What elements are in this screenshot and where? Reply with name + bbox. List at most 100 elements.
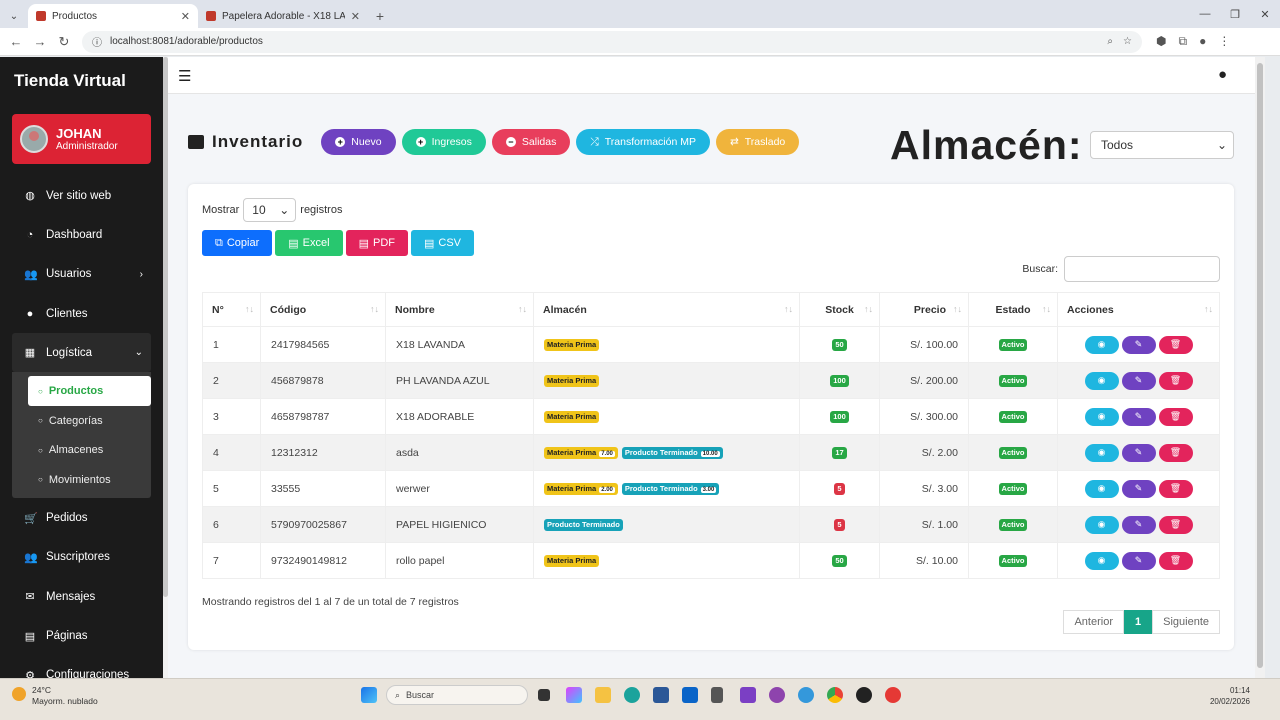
menu-dots-icon[interactable]: ⋮: [1218, 34, 1230, 49]
file-explorer-icon[interactable]: [595, 687, 611, 703]
sidebar-item-configuraciones[interactable]: ⚙ Configuraciones: [0, 656, 163, 678]
store-icon[interactable]: [653, 687, 669, 703]
weather-widget[interactable]: 24°C Mayorm. nublado: [12, 685, 98, 707]
delete-button[interactable]: 🗑: [1158, 335, 1193, 354]
sidebar-subitem-almacenes[interactable]: ○ Almacenes: [12, 435, 151, 465]
puzzle-icon[interactable]: ⧉: [1178, 34, 1187, 49]
system-clock[interactable]: 01:14 20/02/2026: [1210, 685, 1250, 707]
next-page-button[interactable]: Siguiente: [1152, 610, 1220, 634]
restore-icon[interactable]: ❐: [1220, 8, 1250, 21]
sidebar-subitem-movimientos[interactable]: ○ Movimientos: [12, 465, 151, 495]
search-input[interactable]: [1064, 256, 1220, 282]
almacen-select[interactable]: Todos ⌄: [1090, 131, 1234, 159]
edit-button[interactable]: ✎: [1121, 479, 1156, 498]
sidebar-item-clientes[interactable]: ● Clientes: [0, 294, 163, 333]
sidebar-item-pedidos[interactable]: 🛒 Pedidos: [0, 498, 163, 537]
col-header-almacen[interactable]: Almacén ↑↓: [533, 292, 800, 327]
sidebar-item-ver-sitio[interactable]: ◍ Ver sitio web: [0, 176, 163, 215]
edit-button[interactable]: ✎: [1121, 443, 1156, 462]
url-field[interactable]: ⓘ localhost:8081/adorable/productos ⌕ ☆: [82, 30, 1142, 53]
browser-tab-productos[interactable]: Productos ✕: [28, 4, 198, 28]
delete-button[interactable]: 🗑: [1158, 407, 1193, 426]
sidebar-item-suscriptores[interactable]: 👥 Suscriptores: [0, 538, 163, 577]
col-header-precio[interactable]: Precio ↑↓: [879, 292, 969, 327]
windows-start-icon[interactable]: [361, 687, 377, 703]
delete-button[interactable]: 🗑: [1158, 371, 1193, 390]
reload-icon[interactable]: ↻: [52, 34, 76, 50]
tab-search-icon[interactable]: ⌄: [0, 4, 28, 28]
user-account-icon[interactable]: ●: [1218, 66, 1227, 83]
view-button[interactable]: ◉: [1084, 551, 1119, 570]
youtube-icon[interactable]: [885, 687, 901, 703]
prev-page-button[interactable]: Anterior: [1063, 610, 1124, 634]
task-view-icon[interactable]: [538, 689, 550, 701]
edit-button[interactable]: ✎: [1121, 407, 1156, 426]
view-button[interactable]: ◉: [1084, 515, 1119, 534]
delete-button[interactable]: 🗑: [1158, 479, 1193, 498]
chrome-icon[interactable]: [827, 687, 843, 703]
delete-button[interactable]: 🗑: [1158, 515, 1193, 534]
sidebar-item-usuarios[interactable]: 👥 Usuarios ›: [0, 255, 163, 294]
pdf-button[interactable]: ▤ PDF: [345, 230, 408, 256]
extension-icon[interactable]: ⬢: [1156, 34, 1166, 49]
sidebar-item-mensajes[interactable]: ✉ Mensajes: [0, 577, 163, 616]
github-icon[interactable]: [856, 687, 872, 703]
hamburger-menu-icon[interactable]: ☰: [178, 67, 191, 85]
brand-title[interactable]: Tienda Virtual: [0, 57, 163, 105]
back-icon[interactable]: ←: [4, 34, 28, 49]
user-panel[interactable]: JOHAN Administrador: [12, 114, 151, 164]
edit-button[interactable]: ✎: [1121, 335, 1156, 354]
close-window-icon[interactable]: ✕: [1250, 8, 1280, 21]
nuevo-button[interactable]: + Nuevo: [321, 129, 396, 155]
edit-button[interactable]: ✎: [1121, 371, 1156, 390]
sidebar-item-logistica[interactable]: ▦ Logística ⌄: [12, 333, 151, 373]
delete-button[interactable]: 🗑: [1158, 551, 1193, 570]
col-header-codigo[interactable]: Código ↑↓: [260, 292, 386, 327]
close-tab-icon[interactable]: ✕: [351, 10, 360, 23]
excel-button[interactable]: ▤ Excel: [275, 230, 343, 256]
salidas-button[interactable]: − Salidas: [491, 129, 571, 155]
sidebar-subitem-productos[interactable]: ○ Productos: [28, 376, 151, 406]
minimize-icon[interactable]: —: [1190, 8, 1220, 20]
bookmark-star-icon[interactable]: ☆: [1123, 36, 1132, 47]
forward-icon[interactable]: →: [28, 34, 52, 49]
taskbar-search[interactable]: ⌕ Buscar: [386, 685, 528, 705]
copilot-icon[interactable]: [566, 687, 582, 703]
csv-button[interactable]: ▤ CSV: [410, 230, 475, 256]
visual-studio-icon[interactable]: [740, 687, 756, 703]
outlook-icon[interactable]: [682, 687, 698, 703]
edge-icon[interactable]: [624, 687, 640, 703]
delete-button[interactable]: 🗑: [1158, 443, 1193, 462]
view-button[interactable]: ◉: [1084, 371, 1119, 390]
copy-button[interactable]: ⧉ Copiar: [202, 230, 273, 256]
edit-button[interactable]: ✎: [1121, 515, 1156, 534]
col-header-stock[interactable]: Stock ↑↓: [799, 292, 880, 327]
transformacion-button[interactable]: ⤮ Transformación MP: [576, 129, 710, 155]
site-info-icon[interactable]: ⓘ: [92, 34, 102, 49]
traslado-button[interactable]: ⇄ Traslado: [715, 129, 800, 155]
browser-tab-papelera[interactable]: Papelera Adorable - X18 LAVAN ✕: [198, 4, 368, 28]
zoom-icon[interactable]: ⌕: [1107, 36, 1113, 47]
ingresos-button[interactable]: + Ingresos: [401, 129, 486, 155]
sidebar-subitem-categorias[interactable]: ○ Categorías: [12, 406, 151, 436]
view-button[interactable]: ◉: [1084, 407, 1119, 426]
app-icon[interactable]: [711, 687, 723, 703]
view-button[interactable]: ◉: [1084, 335, 1119, 354]
page-1-button[interactable]: 1: [1124, 610, 1153, 634]
col-header-estado[interactable]: Estado ↑↓: [968, 292, 1058, 327]
page-length-select[interactable]: 10 ⌄: [243, 198, 297, 222]
close-tab-icon[interactable]: ✕: [181, 10, 190, 23]
col-header-acciones[interactable]: Acciones ↑↓: [1057, 292, 1220, 327]
view-button[interactable]: ◉: [1084, 479, 1119, 498]
col-header-nombre[interactable]: Nombre ↑↓: [385, 292, 534, 327]
new-tab-icon[interactable]: +: [368, 4, 392, 28]
app-purple-icon[interactable]: [769, 687, 785, 703]
col-header-n[interactable]: N° ↑↓: [202, 292, 261, 327]
sidebar-item-dashboard[interactable]: ◔ Dashboard: [0, 215, 163, 254]
main-scrollbar[interactable]: [1255, 57, 1265, 678]
profile-icon[interactable]: ●: [1199, 34, 1206, 49]
app-blue-icon[interactable]: [798, 687, 814, 703]
view-button[interactable]: ◉: [1084, 443, 1119, 462]
sidebar-item-paginas[interactable]: ▤ Páginas: [0, 616, 163, 655]
edit-button[interactable]: ✎: [1121, 551, 1156, 570]
